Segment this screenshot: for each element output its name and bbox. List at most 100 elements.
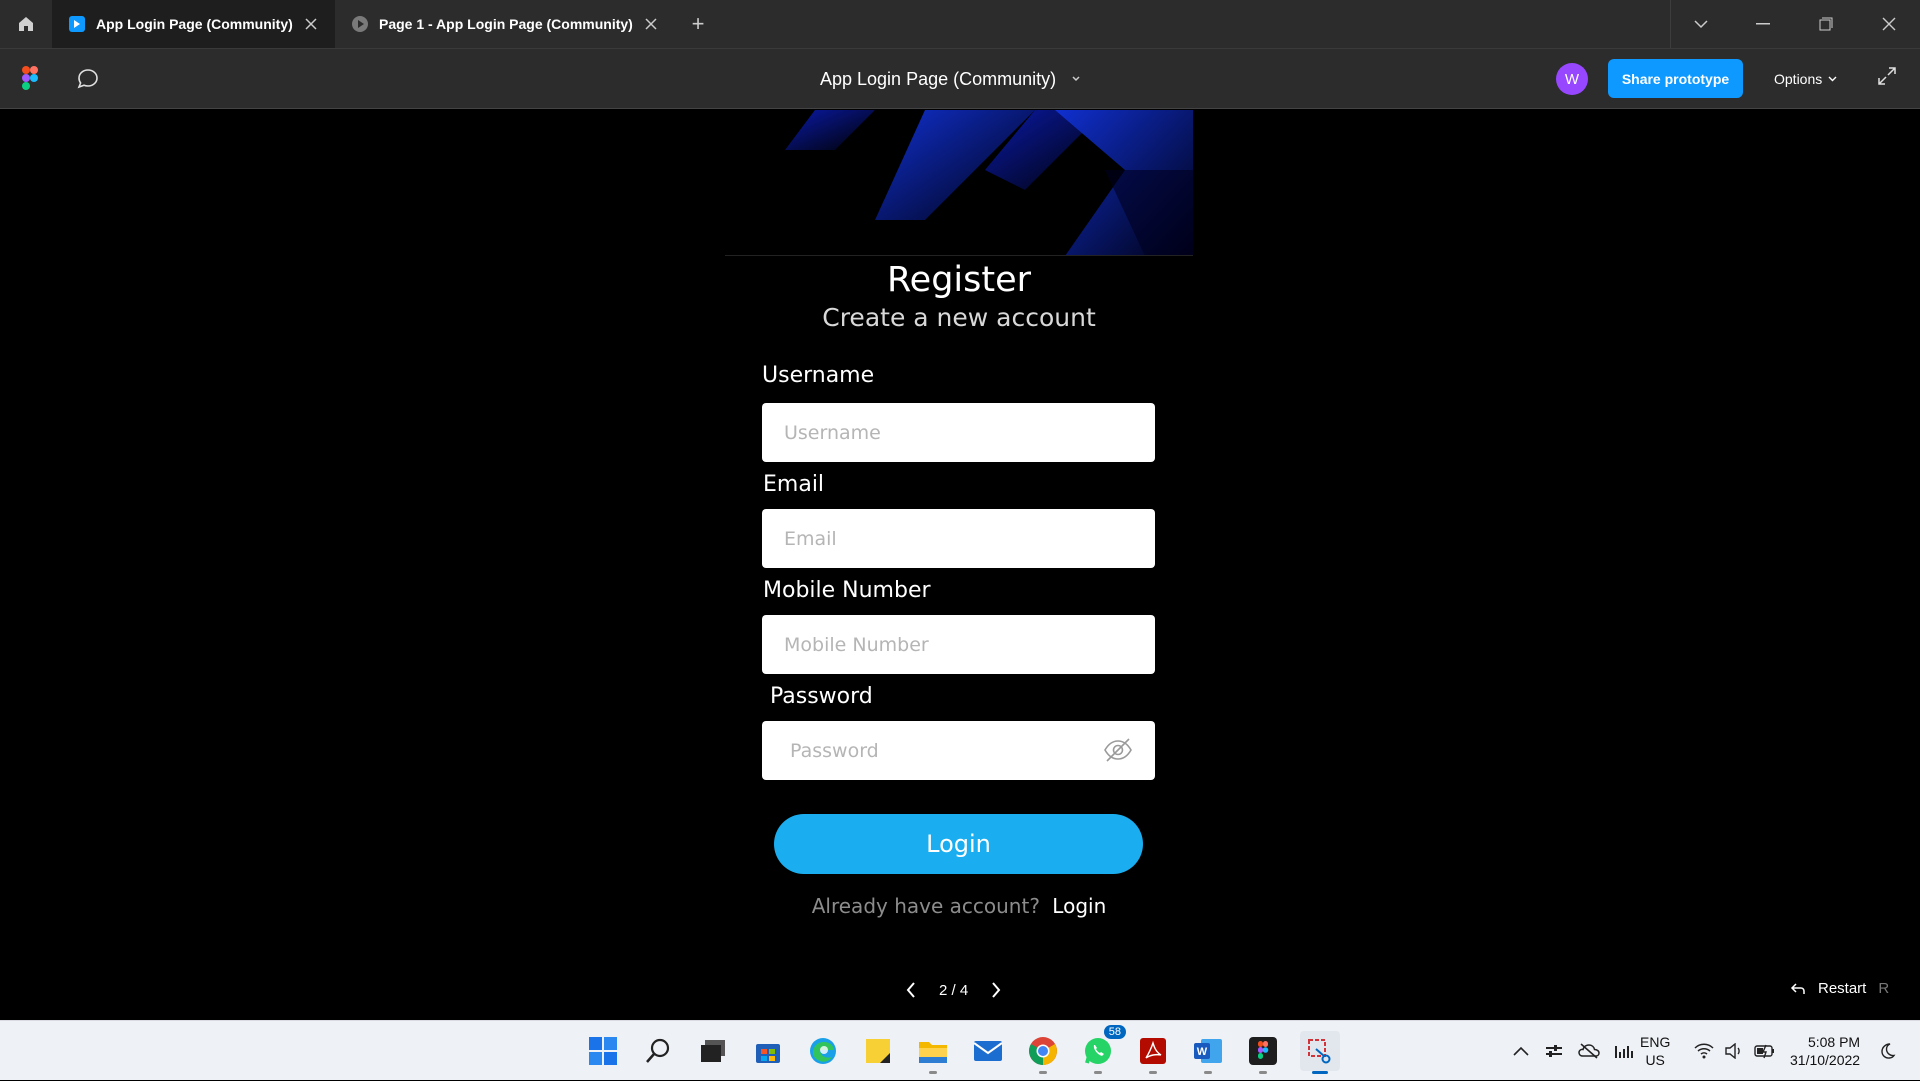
page-navigator: 2 / 4 (905, 978, 1002, 1002)
word-icon: W (1194, 1039, 1222, 1063)
performance-meter-icon[interactable] (1614, 1043, 1634, 1059)
figma-icon (1249, 1037, 1277, 1065)
close-icon (1882, 17, 1896, 31)
whatsapp-icon (1085, 1038, 1111, 1064)
clock-time: 5:08 PM (1807, 1034, 1861, 1050)
search-icon (646, 1038, 670, 1063)
password-input[interactable] (762, 721, 1155, 780)
whatsapp-app[interactable]: 58 (1080, 1025, 1126, 1074)
clock-date: 31/10/2022 (1790, 1052, 1861, 1068)
region-code: US (1645, 1052, 1665, 1068)
figma-menu-button[interactable] (22, 66, 42, 94)
fullscreen-button[interactable] (1877, 66, 1901, 90)
close-window-button[interactable] (1859, 0, 1919, 48)
expand-icon (1878, 67, 1896, 85)
mail-app[interactable] (970, 1033, 1006, 1069)
email-input[interactable] (762, 509, 1155, 568)
username-field[interactable] (762, 403, 1155, 462)
file-explorer-app[interactable] (915, 1033, 951, 1074)
figma-file-icon (68, 15, 86, 33)
search-button[interactable] (640, 1033, 676, 1069)
running-indicator (1094, 1071, 1102, 1074)
page-indicator: 2 / 4 (939, 981, 969, 999)
mobile-input[interactable] (762, 615, 1155, 674)
file-title-dropdown[interactable]: App Login Page (Community) (820, 49, 1080, 109)
figma-logo-icon (22, 66, 38, 90)
minimize-button[interactable] (1733, 0, 1793, 48)
windows-start-icon (589, 1037, 617, 1065)
email-label: Email (763, 472, 825, 497)
prototype-canvas: Register Create a new account Username E… (0, 110, 1920, 1020)
acrobat-app[interactable] (1135, 1033, 1171, 1074)
tab-page-1[interactable]: Page 1 - App Login Page (Community) (335, 0, 675, 48)
tab-app-login-page[interactable]: App Login Page (Community) (52, 0, 335, 48)
volume-icon (1725, 1043, 1740, 1059)
login-button[interactable]: Login (774, 814, 1143, 874)
restart-label: Restart (1818, 980, 1867, 997)
edge-app[interactable] (805, 1033, 841, 1069)
already-account-text: Already have account? (811, 894, 1040, 918)
running-indicator (1149, 1071, 1157, 1074)
notification-badge: 58 (1103, 1025, 1126, 1039)
running-indicator (929, 1071, 937, 1074)
home-icon (19, 17, 33, 31)
chevron-up-icon[interactable] (1512, 1045, 1530, 1057)
acrobat-icon (1140, 1038, 1166, 1064)
options-label: Options (1774, 70, 1823, 87)
mobile-field[interactable] (762, 615, 1155, 674)
windows-taskbar: 58 W ENG US 5:08 PM 31/10/2022 (0, 1020, 1920, 1080)
start-button[interactable] (585, 1033, 621, 1069)
task-view-button[interactable] (695, 1033, 731, 1069)
login-link[interactable]: Login (1052, 894, 1106, 918)
share-prototype-button[interactable]: Share prototype (1608, 59, 1743, 98)
pen-settings-icon[interactable] (1544, 1043, 1564, 1059)
password-label: Password (770, 684, 873, 709)
register-subtitle: Create a new account (822, 303, 1096, 332)
restore-icon (1819, 17, 1833, 31)
prototype-toolbar: App Login Page (Community) W Share proto… (0, 48, 1920, 109)
abstract-blue-graphic (785, 110, 1193, 255)
restart-arrow-icon (1790, 982, 1805, 994)
new-tab-button[interactable]: + (668, 0, 728, 48)
username-input[interactable] (762, 403, 1155, 462)
chrome-app[interactable] (1025, 1033, 1061, 1074)
microsoft-store-app[interactable] (750, 1033, 786, 1069)
system-tray (1512, 1021, 1634, 1081)
play-icon (351, 15, 369, 33)
running-indicator-active (1312, 1071, 1328, 1074)
figma-app[interactable] (1245, 1033, 1281, 1074)
chevron-down-icon (1072, 76, 1080, 82)
eye-off-icon[interactable] (1103, 737, 1133, 763)
already-account-row: Already have account? Login (725, 894, 1193, 918)
quick-settings[interactable] (1694, 1021, 1776, 1081)
do-not-disturb-button[interactable] (1878, 1021, 1896, 1081)
plus-icon: + (691, 11, 705, 36)
chrome-icon (1029, 1037, 1057, 1065)
mobile-label: Mobile Number (763, 578, 931, 603)
comment-button[interactable] (76, 67, 102, 93)
snipping-tool-app[interactable] (1300, 1031, 1340, 1074)
previous-page-icon[interactable] (905, 981, 917, 999)
sticky-notes-app[interactable] (860, 1033, 896, 1069)
close-tab-icon[interactable] (301, 14, 321, 34)
minimize-icon (1756, 23, 1770, 25)
edge-icon (810, 1038, 836, 1064)
restart-button[interactable]: Restart R (1790, 980, 1889, 997)
clock[interactable]: 5:08 PM 31/10/2022 (1790, 1021, 1860, 1081)
folder-icon (919, 1042, 947, 1063)
options-button[interactable]: Options (1774, 59, 1837, 98)
language-indicator[interactable]: ENG US (1640, 1021, 1670, 1081)
snipping-tool-icon (1308, 1039, 1331, 1064)
tab-list-button[interactable] (1670, 0, 1730, 48)
chevron-down-icon (1693, 20, 1708, 29)
task-view-icon (701, 1040, 725, 1062)
home-button[interactable] (0, 0, 52, 48)
close-tab-icon[interactable] (641, 14, 661, 34)
restore-button[interactable] (1796, 0, 1856, 48)
onedrive-offline-icon[interactable] (1578, 1043, 1600, 1059)
password-field[interactable] (762, 721, 1155, 780)
email-field[interactable] (762, 509, 1155, 568)
word-app[interactable]: W (1190, 1033, 1226, 1074)
next-page-icon[interactable] (990, 981, 1002, 999)
avatar[interactable]: W (1556, 63, 1588, 95)
